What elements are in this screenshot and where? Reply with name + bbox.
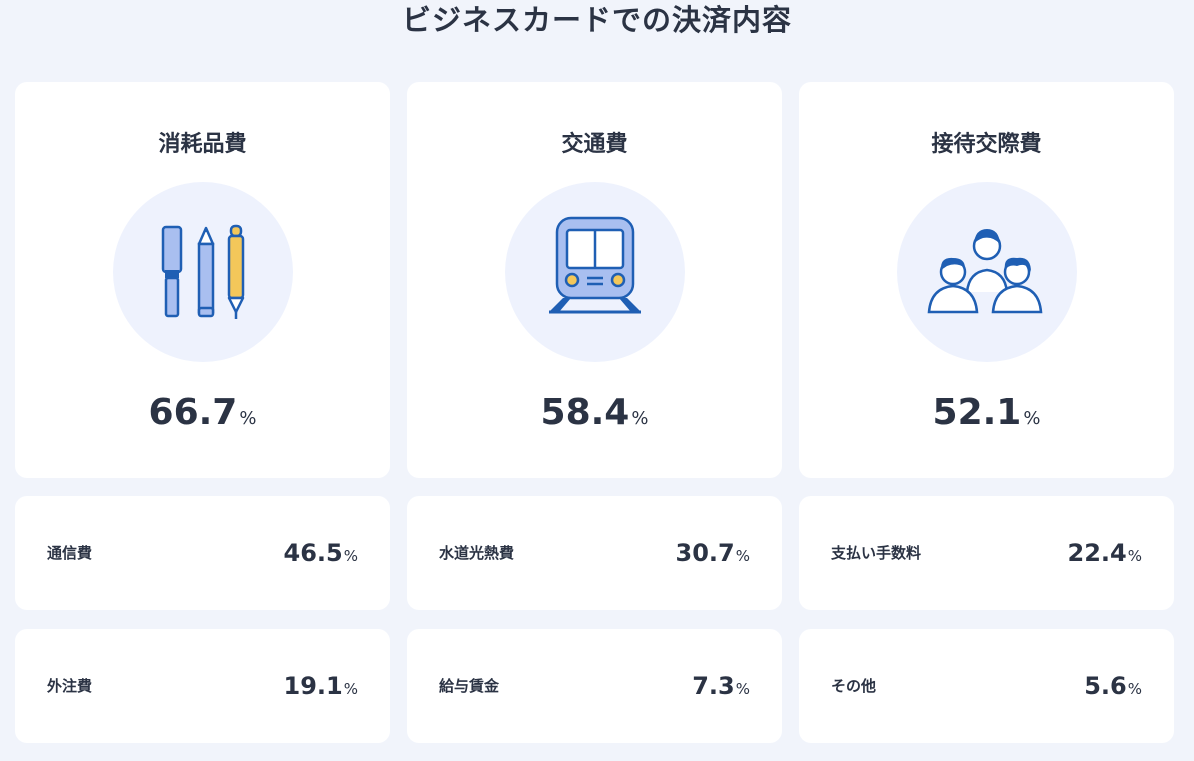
expense-percentage: 19.1% xyxy=(284,629,358,746)
percentage-value: 52.1 xyxy=(932,392,1022,433)
expense-label: その他 xyxy=(831,677,877,695)
expense-percentage: 58.4% xyxy=(407,392,782,433)
percentage-value: 7.3 xyxy=(692,672,735,700)
expense-percentage: 46.5% xyxy=(284,496,358,613)
stationery-icon xyxy=(113,182,293,362)
percentage-value: 19.1 xyxy=(283,672,343,700)
expense-card: その他 5.6% xyxy=(799,629,1174,743)
expense-card-transportation: 交通費 58.4% xyxy=(407,82,782,478)
expense-label: 通信費 xyxy=(47,544,93,562)
expense-label: 支払い手数料 xyxy=(831,544,922,562)
page-title: ビジネスカードでの決済内容 xyxy=(401,3,792,37)
expense-label: 水道光熱費 xyxy=(439,544,515,562)
percent-unit: % xyxy=(735,547,750,565)
percent-unit: % xyxy=(239,408,257,429)
people-icon xyxy=(897,182,1077,362)
percentage-value: 30.7 xyxy=(675,539,735,567)
expense-card: 支払い手数料 22.4% xyxy=(799,496,1174,610)
percent-unit: % xyxy=(1127,547,1142,565)
expense-label: 接待交際費 xyxy=(931,132,1042,157)
percent-unit: % xyxy=(343,547,358,565)
expense-label: 給与賃金 xyxy=(439,677,500,695)
percent-unit: % xyxy=(1127,680,1142,698)
expense-label: 消耗品費 xyxy=(158,132,247,157)
percent-unit: % xyxy=(1023,408,1041,429)
expense-card: 水道光熱費 30.7% xyxy=(407,496,782,610)
expense-label: 外注費 xyxy=(47,677,93,695)
expense-percentage: 52.1% xyxy=(799,392,1174,433)
expense-percentage: 5.6% xyxy=(1084,629,1142,746)
expense-label: 交通費 xyxy=(561,132,628,157)
percent-unit: % xyxy=(735,680,750,698)
percentage-value: 46.5 xyxy=(283,539,343,567)
percentage-value: 66.7 xyxy=(148,392,238,433)
percentage-value: 58.4 xyxy=(540,392,630,433)
expense-card: 給与賃金 7.3% xyxy=(407,629,782,743)
expense-percentage: 66.7% xyxy=(15,392,390,433)
expense-card-entertainment: 接待交際費 52.1% xyxy=(799,82,1174,478)
expense-card: 外注費 19.1% xyxy=(15,629,390,743)
train-icon xyxy=(505,182,685,362)
expense-percentage: 7.3% xyxy=(692,629,750,746)
percentage-value: 5.6 xyxy=(1084,672,1127,700)
expense-card-consumables: 消耗品費 66.7% xyxy=(15,82,390,478)
percentage-value: 22.4 xyxy=(1067,539,1127,567)
expense-percentage: 30.7% xyxy=(676,496,750,613)
expense-card: 通信費 46.5% xyxy=(15,496,390,610)
percent-unit: % xyxy=(631,408,649,429)
expense-percentage: 22.4% xyxy=(1068,496,1142,613)
percent-unit: % xyxy=(343,680,358,698)
